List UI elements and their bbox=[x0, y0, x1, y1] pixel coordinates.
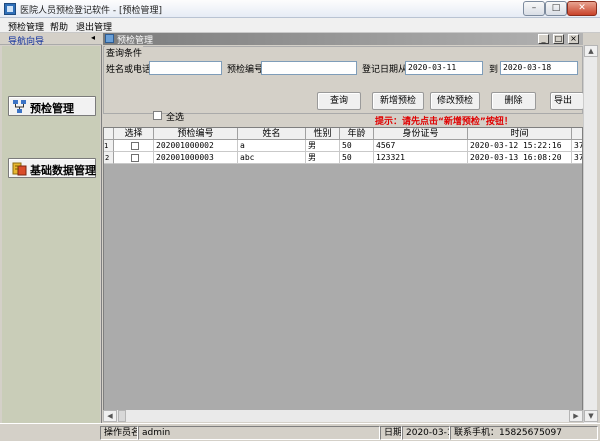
table-row[interactable]: 1 ▸ 202001000002 a 男 50 4567 2020-03-12 … bbox=[104, 140, 582, 152]
code-label: 预检编号 bbox=[227, 65, 264, 75]
nav-item-label: 基础数据管理 bbox=[30, 164, 96, 177]
cell-idcard[interactable]: 4567 bbox=[374, 140, 468, 152]
code-input[interactable] bbox=[261, 61, 357, 75]
scroll-down-icon[interactable]: ▼ bbox=[584, 410, 598, 422]
header-extra[interactable] bbox=[572, 128, 582, 140]
child-minimize-button[interactable]: _ bbox=[538, 34, 549, 44]
cell-name[interactable]: abc bbox=[238, 152, 306, 164]
row-select-cell[interactable] bbox=[114, 140, 154, 152]
scroll-thumb[interactable] bbox=[118, 410, 126, 422]
query-legend: 查询条件 bbox=[105, 46, 144, 59]
child-maximize-button[interactable]: □ bbox=[553, 34, 564, 44]
close-button[interactable]: ✕ bbox=[567, 1, 597, 16]
app-icon bbox=[4, 3, 16, 15]
cell-extra[interactable]: 37 bbox=[572, 140, 582, 152]
export-excel-button[interactable]: 导出Excel bbox=[550, 92, 584, 110]
row-marker[interactable]: 2 bbox=[104, 152, 114, 164]
delete-button[interactable]: 删除 bbox=[491, 92, 536, 110]
nav-item-basedata[interactable]: 基础数据管理 bbox=[8, 158, 96, 178]
menu-bar: 预检管理 帮助 退出管理 bbox=[0, 18, 600, 33]
scroll-left-icon[interactable]: ◀ bbox=[103, 410, 117, 422]
header-corner bbox=[104, 128, 114, 140]
edit-precheck-button[interactable]: 修改预检 bbox=[430, 92, 480, 110]
cell-code[interactable]: 202001000002 bbox=[154, 140, 238, 152]
window-title: 医院人员预检登记软件 - [预检管理] bbox=[20, 6, 162, 16]
query-group: 查询条件 姓名或电话 预检编号 登记日期从 2020-03-11 到 2020-… bbox=[103, 46, 584, 127]
date-label: 日期 bbox=[380, 426, 402, 440]
cell-idcard[interactable]: 123321 bbox=[374, 152, 468, 164]
hint-text: 提示：请先点击“新增预检”按钮！ bbox=[375, 117, 513, 127]
operator-label: 操作员名 bbox=[100, 426, 138, 440]
nav-panel: 导航向导 ◂ 预检管理 基础数据管理 bbox=[0, 33, 102, 441]
contact-info: 联系手机：15825675097 bbox=[450, 426, 598, 440]
query-button[interactable]: 查询 bbox=[317, 92, 361, 110]
row-checkbox[interactable] bbox=[131, 154, 139, 162]
cell-name[interactable]: a bbox=[238, 140, 306, 152]
header-select[interactable]: 选择 bbox=[114, 128, 154, 140]
date-to-label: 到 bbox=[489, 65, 499, 75]
child-title-bar: 预检管理 bbox=[103, 33, 583, 46]
date-from-label: 登记日期从 bbox=[362, 65, 408, 75]
precheck-window: 预检管理 _ □ × 查询条件 姓名或电话 预检编号 登记日期从 2020-03… bbox=[103, 33, 600, 423]
name-label: 姓名或电话 bbox=[106, 65, 152, 75]
table-row[interactable]: 2 202001000003 abc 男 50 123321 2020-03-1… bbox=[104, 152, 582, 164]
title-bar: 医院人员预检登记软件 - [预检管理] – □ ✕ bbox=[0, 0, 600, 18]
cell-sex[interactable]: 男 bbox=[306, 152, 340, 164]
cell-extra[interactable]: 37 bbox=[572, 152, 582, 164]
child-window-icon bbox=[105, 34, 114, 43]
header-idcard[interactable]: 身份证号 bbox=[374, 128, 468, 140]
minimize-button[interactable]: – bbox=[523, 1, 545, 16]
vertical-scrollbar[interactable]: ▲ ▼ bbox=[583, 45, 598, 423]
select-all-label: 全选 bbox=[166, 113, 185, 123]
header-name[interactable]: 姓名 bbox=[238, 128, 306, 140]
nav-item-label: 预检管理 bbox=[30, 102, 74, 115]
nav-header: 导航向导 ◂ bbox=[0, 33, 102, 47]
row-checkbox[interactable] bbox=[131, 142, 139, 150]
row-marker[interactable]: 1 ▸ bbox=[104, 140, 114, 152]
database-icon bbox=[12, 162, 27, 176]
cell-age[interactable]: 50 bbox=[340, 152, 374, 164]
child-title: 预检管理 bbox=[117, 36, 154, 46]
cell-time[interactable]: 2020-03-12 15:22:16 bbox=[468, 140, 572, 152]
header-code[interactable]: 预检编号 bbox=[154, 128, 238, 140]
cell-time[interactable]: 2020-03-13 16:08:20 bbox=[468, 152, 572, 164]
maximize-button[interactable]: □ bbox=[545, 1, 567, 16]
menu-help[interactable]: 帮助 bbox=[50, 20, 68, 33]
scroll-right-icon[interactable]: ▶ bbox=[569, 410, 583, 422]
grid-header: 选择 预检编号 姓名 性别 年龄 身份证号 时间 bbox=[104, 128, 582, 140]
header-age[interactable]: 年龄 bbox=[340, 128, 374, 140]
add-precheck-button[interactable]: 新增预检 bbox=[372, 92, 424, 110]
date-value: 2020-03-18 bbox=[402, 426, 450, 440]
scroll-up-icon[interactable]: ▲ bbox=[584, 45, 598, 57]
date-to-input[interactable]: 2020-03-18 bbox=[500, 61, 578, 75]
status-bar: 操作员名 admin 日期 2020-03-18 联系手机：1582567509… bbox=[0, 423, 600, 441]
select-all-checkbox[interactable] bbox=[153, 111, 162, 120]
cell-code[interactable]: 202001000003 bbox=[154, 152, 238, 164]
nav-item-precheck[interactable]: 预检管理 bbox=[8, 96, 96, 116]
precheck-grid: 选择 预检编号 姓名 性别 年龄 身份证号 时间 1 ▸ 20200100000… bbox=[103, 127, 583, 411]
menu-exit[interactable]: 退出管理 bbox=[76, 20, 112, 33]
menu-precheck[interactable]: 预检管理 bbox=[8, 20, 44, 33]
header-sex[interactable]: 性别 bbox=[306, 128, 340, 140]
cell-age[interactable]: 50 bbox=[340, 140, 374, 152]
cell-sex[interactable]: 男 bbox=[306, 140, 340, 152]
nav-collapse-icon[interactable]: ◂ bbox=[91, 33, 95, 42]
date-from-input[interactable]: 2020-03-11 bbox=[405, 61, 483, 75]
operator-value: admin bbox=[138, 426, 380, 440]
header-time[interactable]: 时间 bbox=[468, 128, 572, 140]
row-select-cell[interactable] bbox=[114, 152, 154, 164]
child-close-button[interactable]: × bbox=[568, 34, 579, 44]
name-input[interactable] bbox=[149, 61, 222, 75]
horizontal-scrollbar[interactable]: ◀ ▶ bbox=[103, 410, 583, 422]
network-icon bbox=[13, 100, 26, 113]
